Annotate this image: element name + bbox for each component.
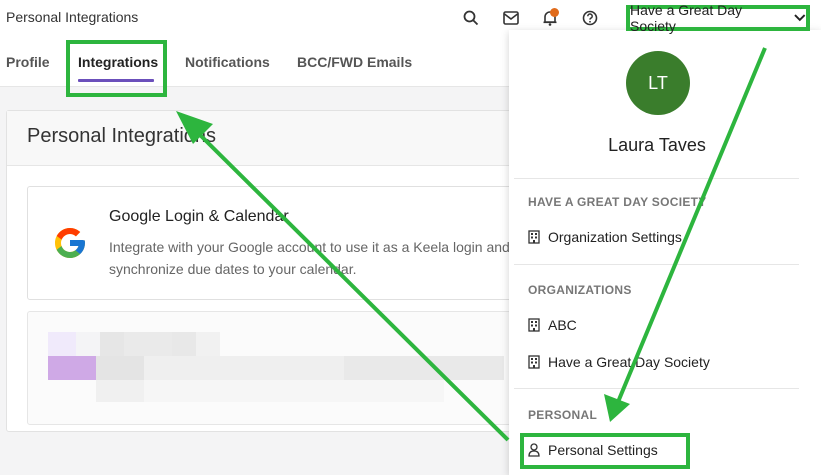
arrow-head-to-personal <box>604 394 630 422</box>
arrow-head-to-tab <box>176 111 213 144</box>
arrow-line-to-tab <box>191 126 510 442</box>
arrow-line-to-personal <box>616 47 767 403</box>
annotation-arrows <box>176 47 767 442</box>
